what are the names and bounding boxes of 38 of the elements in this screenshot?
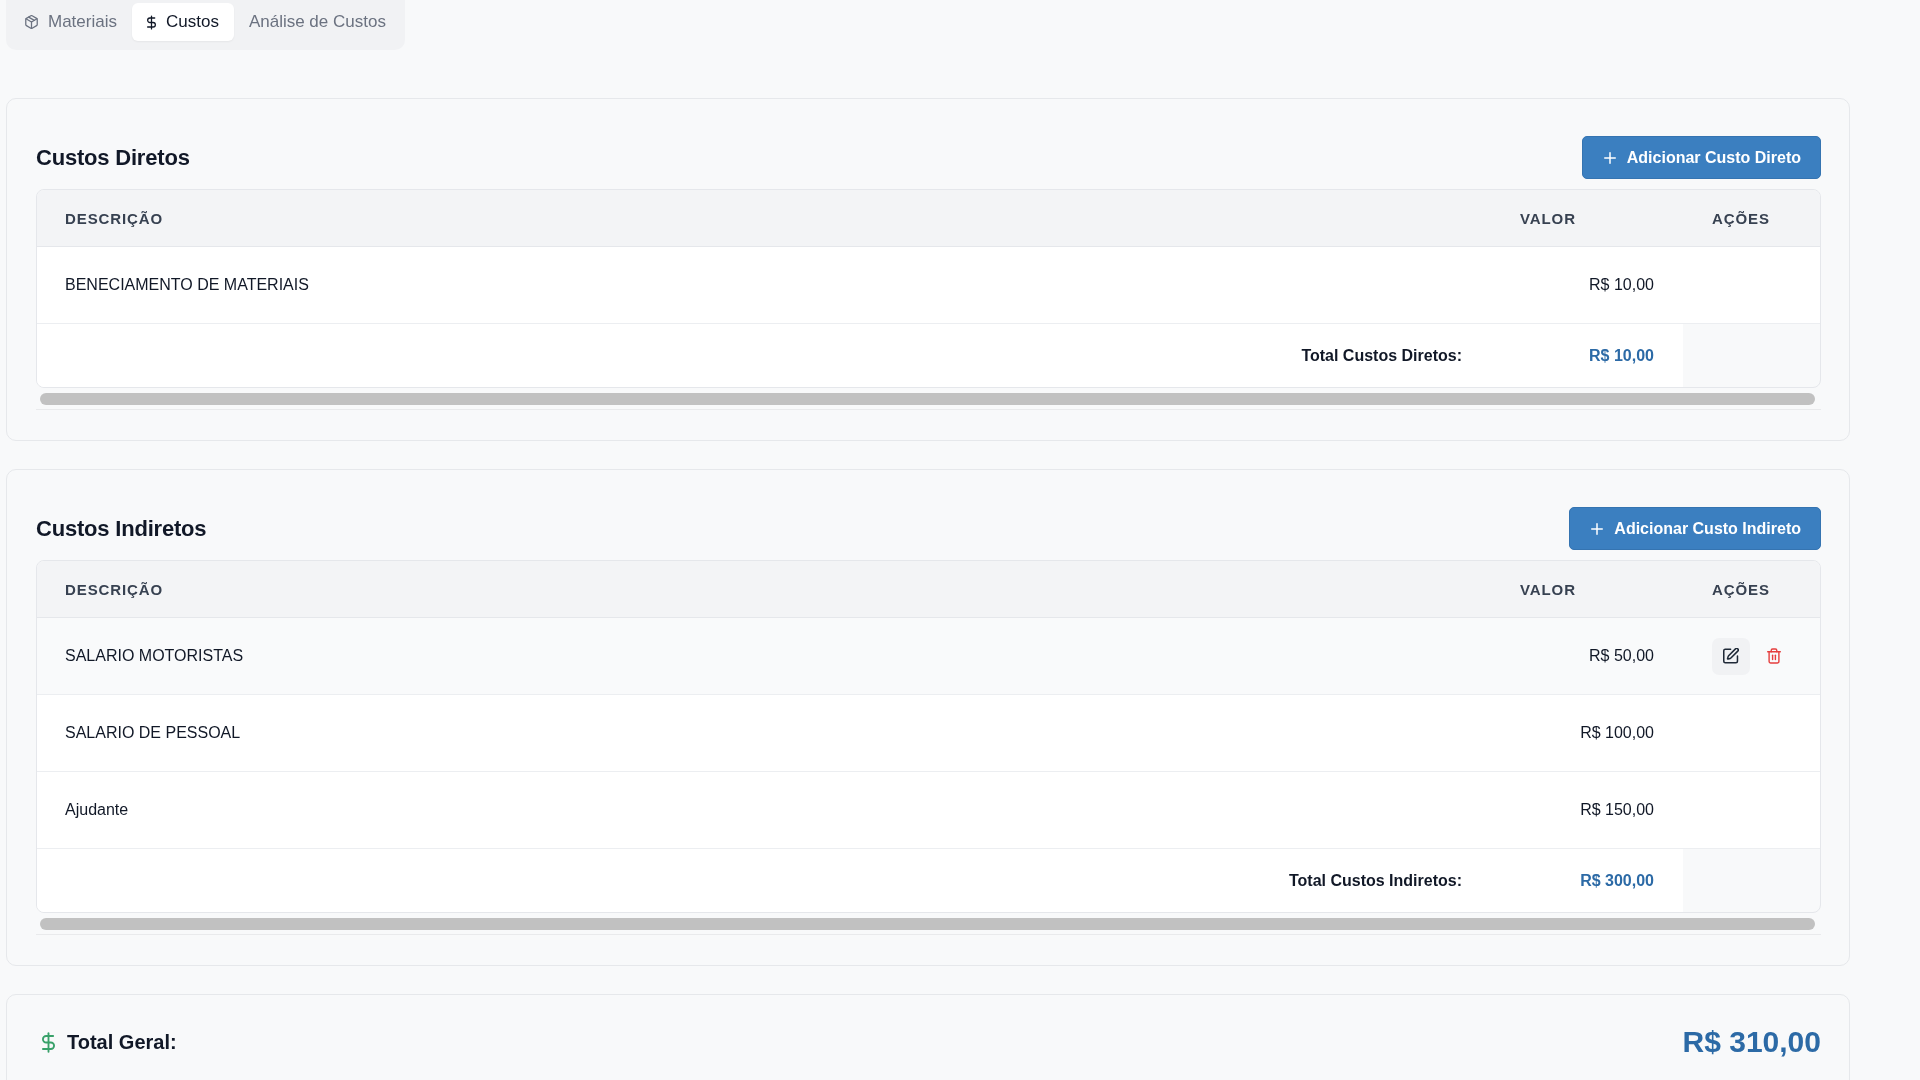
column-header: AÇÕES bbox=[1711, 209, 1771, 227]
total-value: R$ 300,00 bbox=[1580, 871, 1655, 890]
value-cell-text: R$ 10,00 bbox=[1589, 276, 1655, 294]
value-cell-text: R$ 50,00 bbox=[1589, 647, 1655, 665]
trash-icon bbox=[1767, 648, 1781, 664]
section-title: Custos Indiretos bbox=[36, 515, 207, 542]
description-cell-text: SALARIO DE PESSOAL bbox=[64, 724, 242, 742]
plus-icon bbox=[1591, 522, 1604, 535]
plus-icon bbox=[1603, 151, 1616, 164]
column-header: VALOR bbox=[1519, 209, 1577, 227]
value-cell-text: R$ 150,00 bbox=[1580, 801, 1655, 819]
column-header: VALOR bbox=[1519, 580, 1577, 598]
horizontal-scrollbar[interactable] bbox=[40, 393, 1815, 405]
add-button[interactable]: Adicionar Custo Direto bbox=[1581, 136, 1821, 179]
tab[interactable]: Custos bbox=[131, 3, 234, 41]
delete-button[interactable] bbox=[1767, 648, 1781, 664]
column-header: DESCRIÇÃO bbox=[64, 580, 165, 598]
horizontal-scrollbar[interactable] bbox=[40, 918, 1815, 930]
description-cell-text: SALARIO MOTORISTAS bbox=[64, 647, 245, 665]
add-button[interactable]: Adicionar Custo Indireto bbox=[1569, 507, 1821, 550]
tab[interactable]: Materiais bbox=[10, 3, 132, 41]
description-cell-text: Ajudante bbox=[64, 801, 130, 819]
dollar-icon bbox=[42, 1031, 55, 1053]
package-icon bbox=[25, 15, 38, 29]
grand-total-label: Total Geral: bbox=[67, 1030, 177, 1054]
dollar-icon bbox=[146, 14, 156, 30]
description-cell-text: BENECIAMENTO DE MATERIAIS bbox=[64, 276, 310, 294]
pen-square-icon bbox=[1723, 648, 1739, 664]
total-value: R$ 10,00 bbox=[1589, 346, 1655, 365]
value-cell-text: R$ 100,00 bbox=[1580, 724, 1655, 742]
edit-button[interactable] bbox=[1712, 637, 1750, 675]
column-header: DESCRIÇÃO bbox=[64, 209, 165, 227]
total-label: Total Custos Diretos: bbox=[1301, 346, 1463, 365]
tab[interactable]: Análise de Custos bbox=[233, 3, 401, 41]
section-title: Custos Diretos bbox=[36, 144, 190, 171]
column-header: AÇÕES bbox=[1711, 580, 1771, 598]
grand-total-value: R$ 310,00 bbox=[1682, 1025, 1821, 1059]
total-label: Total Custos Indiretos: bbox=[1288, 871, 1463, 890]
